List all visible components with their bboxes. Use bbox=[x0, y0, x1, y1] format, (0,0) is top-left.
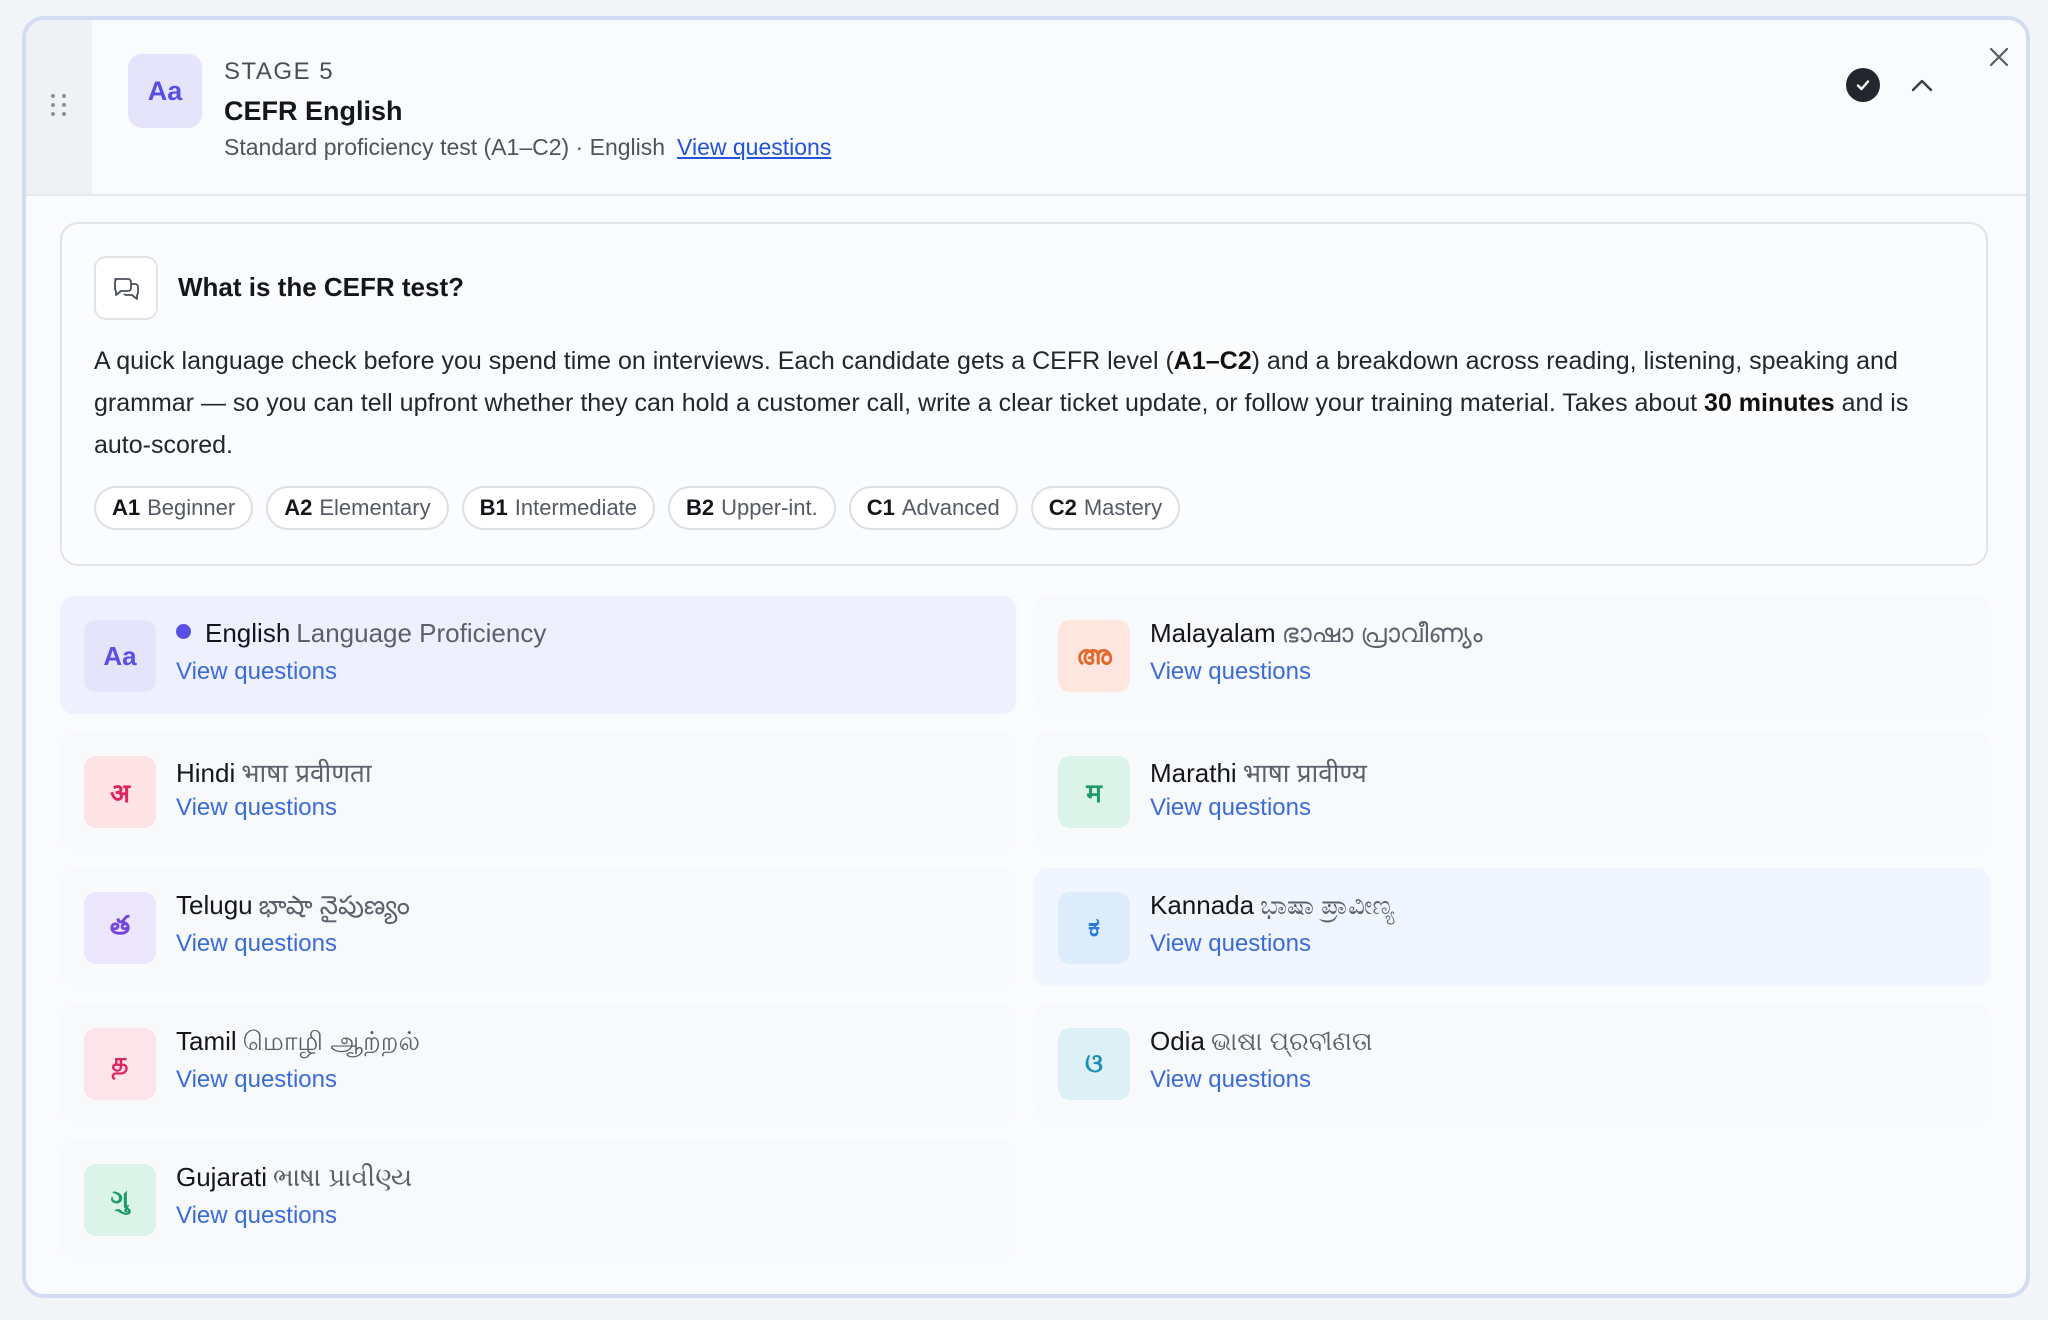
info-description: A quick language check before you spend … bbox=[94, 347, 1909, 459]
language-option-marathi[interactable]: म Marathi भाषा प्रावीण्य View questions bbox=[1034, 732, 1990, 850]
language-name: Kannada ಭಾಷಾ ಪ್ರಾವೀಣ್ಯ bbox=[1150, 890, 1395, 920]
level-chip: A1 Beginner bbox=[94, 486, 254, 530]
stage-card: Aa STAGE 5 CEFR English Standard profici… bbox=[22, 16, 2030, 1298]
language-option-telugu[interactable]: త Telugu భాషా నైపుణ్యం View questions bbox=[60, 868, 1016, 986]
cefr-info-panel: What is the CEFR test? A quick language … bbox=[60, 222, 1988, 566]
drag-grip-icon bbox=[51, 94, 67, 116]
language-name: Hindi भाषा प्रवीणता bbox=[176, 758, 372, 788]
language-name: Marathi भाषा प्रावीण्य bbox=[1150, 758, 1367, 788]
cefr-level-chips: A1 Beginner A2 Elementary B1 Intermediate B… bbox=[94, 486, 1181, 530]
view-questions-link[interactable]: View questions bbox=[176, 658, 337, 686]
close-icon[interactable] bbox=[1982, 40, 2016, 74]
view-questions-link[interactable]: View questions bbox=[1150, 1066, 1311, 1094]
stage-icon: Aa bbox=[128, 54, 202, 128]
info-title: What is the CEFR test? bbox=[178, 272, 465, 302]
level-chip: B2 Upper-int. bbox=[668, 486, 836, 530]
stage-title: CEFR English bbox=[224, 96, 403, 126]
level-chip: C1 Advanced bbox=[848, 486, 1018, 530]
language-name: Tamil மொழி ஆற்றல் bbox=[176, 1026, 421, 1056]
selected-dot-icon bbox=[176, 624, 191, 639]
english-badge-icon: Aa bbox=[84, 620, 156, 692]
view-questions-link[interactable]: View questions bbox=[1150, 658, 1311, 686]
language-name: Malayalam ഭാഷാ പ്രാവീണ്യം bbox=[1150, 618, 1483, 648]
stage-description: Standard proficiency test (A1–C2) · Engl… bbox=[224, 134, 666, 160]
language-name: Telugu భాషా నైపుణ్యం bbox=[176, 890, 410, 920]
language-option-kannada[interactable]: ಕ Kannada ಭಾಷಾ ಪ್ರಾವೀಣ್ಯ View questions bbox=[1034, 868, 1990, 986]
level-chip: C2 Mastery bbox=[1030, 486, 1181, 530]
language-name: English Language Proficiency bbox=[176, 618, 546, 649]
language-option-english[interactable]: Aa English Language Proficiency View ques… bbox=[60, 596, 1016, 714]
tamil-badge-icon: த bbox=[84, 1028, 156, 1100]
language-option-gujarati[interactable]: ગુ Gujarati ભાષા પ્રાવીણ્ય View questions bbox=[60, 1140, 1016, 1258]
marathi-badge-icon: म bbox=[1058, 756, 1130, 828]
language-option-hindi[interactable]: अ Hindi भाषा प्रवीणता View questions bbox=[60, 732, 1016, 850]
stage-number: STAGE 5 bbox=[224, 58, 335, 85]
view-questions-link[interactable]: View questions bbox=[176, 794, 337, 822]
completed-check-icon bbox=[1846, 68, 1880, 102]
stage-header: Aa STAGE 5 CEFR English Standard profici… bbox=[26, 20, 2026, 196]
drag-handle[interactable] bbox=[26, 20, 92, 194]
level-chip: B1 Intermediate bbox=[461, 486, 656, 530]
telugu-badge-icon: త bbox=[84, 892, 156, 964]
odia-badge-icon: ଓ bbox=[1058, 1028, 1130, 1100]
hindi-badge-icon: अ bbox=[84, 756, 156, 828]
view-questions-link[interactable]: View questions bbox=[1150, 794, 1311, 822]
level-chip: A2 Elementary bbox=[266, 486, 449, 530]
malayalam-badge-icon: അ bbox=[1058, 620, 1130, 692]
language-name: Odia ଭାଷା ପ୍ରବୀଣତା bbox=[1150, 1026, 1373, 1056]
view-questions-link[interactable]: View questions bbox=[677, 134, 831, 160]
view-questions-link[interactable]: View questions bbox=[176, 1202, 337, 1230]
view-questions-link[interactable]: View questions bbox=[176, 1066, 337, 1094]
collapse-chevron-icon[interactable] bbox=[1906, 70, 1938, 102]
kannada-badge-icon: ಕ bbox=[1058, 892, 1130, 964]
language-option-odia[interactable]: ଓ Odia ଭାଷା ପ୍ରବୀଣତା View questions bbox=[1034, 1004, 1990, 1122]
language-name: Gujarati ભાષા પ્રાવીણ્ય bbox=[176, 1162, 413, 1192]
chat-bubbles-icon bbox=[94, 256, 158, 320]
language-option-tamil[interactable]: த Tamil மொழி ஆற்றல் View questions bbox=[60, 1004, 1016, 1122]
gujarati-badge-icon: ગુ bbox=[84, 1164, 156, 1236]
view-questions-link[interactable]: View questions bbox=[176, 930, 337, 958]
view-questions-link[interactable]: View questions bbox=[1150, 930, 1311, 958]
stage-subtitle: Standard proficiency test (A1–C2) · Engl… bbox=[224, 134, 831, 161]
language-option-malayalam[interactable]: അ Malayalam ഭാഷാ പ്രാവീണ്യം View question… bbox=[1034, 596, 1990, 714]
